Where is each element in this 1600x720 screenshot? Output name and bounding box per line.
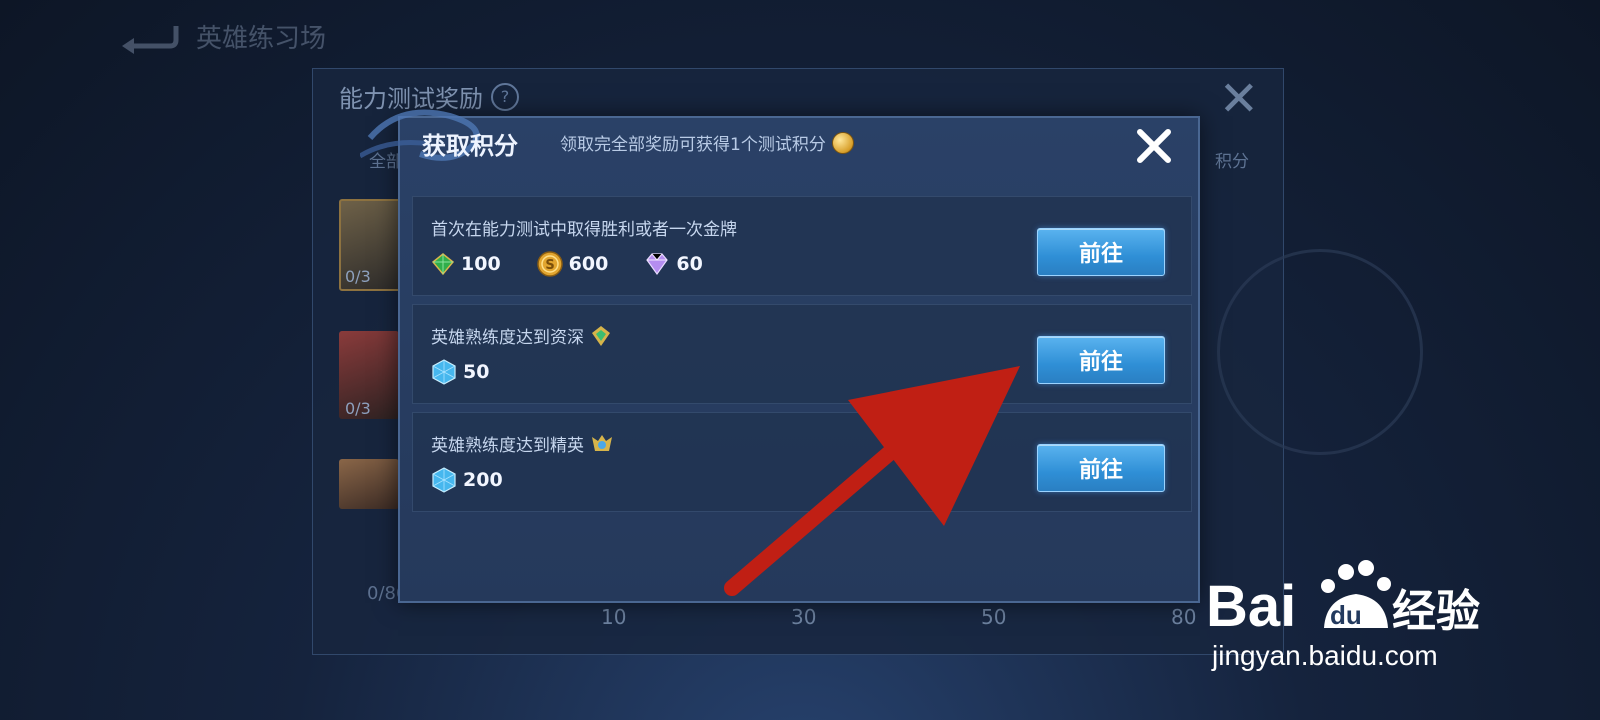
go-button[interactable]: 前往 — [1037, 336, 1165, 384]
top-bar: 英雄练习场 — [120, 18, 326, 55]
task-row: 英雄熟练度达到精英 200 前往 — [412, 412, 1192, 512]
go-button[interactable]: 前往 — [1037, 228, 1165, 276]
back-arrow-icon[interactable] — [120, 20, 180, 54]
senior-badge-icon — [592, 325, 610, 346]
task-description-text: 首次在能力测试中取得胜利或者一次金牌 — [431, 220, 737, 240]
blue-crystal-icon — [432, 467, 456, 493]
reward-amount: 100 — [461, 253, 501, 275]
svg-text:du: du — [1330, 600, 1362, 630]
milestone-label: 50 — [981, 605, 1007, 629]
svg-text:Bai: Bai — [1206, 574, 1296, 638]
hero-card[interactable] — [339, 459, 399, 509]
svg-text:经验: 经验 — [1392, 586, 1480, 637]
milestone-label: 30 — [791, 605, 817, 629]
page-title: 英雄练习场 — [196, 24, 327, 54]
get-points-dialog: 获取积分 领取完全部奖励可获得1个测试积分 首次在能力测试中取得胜利或者一次金牌… — [360, 109, 1200, 603]
task-row: 首次在能力测试中取得胜利或者一次金牌 100 S 600 60 前往 — [412, 196, 1192, 296]
milestone-track: 10 30 50 80 — [313, 605, 1283, 635]
help-icon[interactable]: ? — [491, 82, 519, 111]
reward-panel-title-text: 能力测试奖励 — [339, 85, 483, 113]
dialog-header: 获取积分 领取完全部奖励可获得1个测试积分 — [400, 118, 1198, 198]
reward-list: 200 — [431, 467, 503, 493]
reward-panel-title: 能力测试奖励 ? — [339, 79, 519, 114]
go-button[interactable]: 前往 — [1037, 444, 1165, 492]
milestone-label: 10 — [601, 605, 627, 629]
baidu-paw-icon: Bai du 经验 — [1206, 560, 1480, 638]
task-description-text: 英雄熟练度达到资深 — [431, 328, 584, 348]
milestone-label: 80 — [1171, 605, 1197, 629]
close-icon[interactable] — [1132, 124, 1176, 168]
reward-amount: 600 — [568, 253, 609, 275]
elite-badge-icon — [592, 434, 612, 451]
task-description: 英雄熟练度达到资深 — [431, 323, 612, 348]
task-row: 英雄熟练度达到资深 50 前往 — [412, 304, 1192, 404]
task-description-text: 英雄熟练度达到精英 — [431, 436, 584, 456]
svg-text:S: S — [545, 258, 554, 273]
gold-coin-icon: S — [536, 251, 563, 277]
reward-amount: 50 — [463, 361, 490, 383]
hero-card-count: 0/3 — [345, 399, 371, 418]
dialog-subtitle: 领取完全部奖励可获得1个测试积分 — [560, 130, 854, 155]
test-point-coin-icon — [831, 131, 854, 154]
reward-item: 50 — [431, 359, 489, 385]
baidu-watermark: Bai du 经验 jingyan.baidu.com — [1206, 540, 1506, 680]
reward-item: S 600 — [536, 251, 609, 277]
baidu-logo: Bai du 经验 — [1206, 558, 1496, 638]
hero-card-count: 0/3 — [345, 267, 371, 286]
reward-list: 50 — [431, 359, 489, 385]
purple-diamond-icon — [646, 253, 669, 276]
watermark-url: jingyan.baidu.com — [1212, 640, 1438, 671]
task-description: 首次在能力测试中取得胜利或者一次金牌 — [431, 215, 737, 240]
close-icon[interactable]: ✕ — [1219, 75, 1259, 123]
reward-list: 100 S 600 60 — [431, 251, 703, 277]
dialog-title: 获取积分 — [422, 132, 518, 160]
tab-points[interactable]: 积分 — [1215, 147, 1249, 172]
task-description: 英雄熟练度达到精英 — [431, 431, 614, 456]
reward-amount: 60 — [676, 253, 703, 275]
reward-item: 60 — [644, 252, 703, 276]
green-gem-icon — [431, 253, 455, 276]
reward-item: 100 — [431, 252, 501, 276]
hero-emblem — [1217, 249, 1423, 455]
blue-crystal-icon — [432, 359, 456, 385]
dialog-subtitle-text: 领取完全部奖励可获得1个测试积分 — [560, 135, 826, 155]
reward-item: 200 — [431, 467, 503, 493]
reward-amount: 200 — [463, 469, 503, 491]
